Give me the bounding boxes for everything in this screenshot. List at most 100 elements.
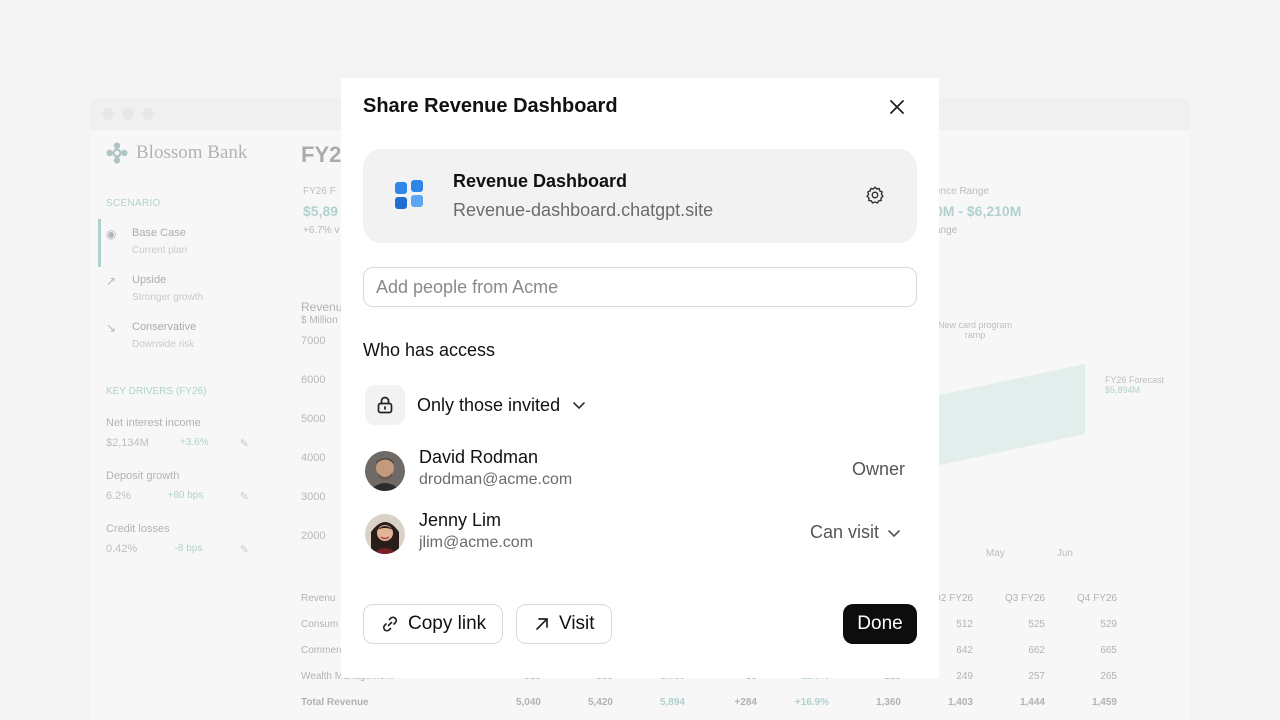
- driver-name: Net interest income: [106, 417, 201, 429]
- table-cell: 662: [1028, 644, 1045, 656]
- scenario-subtitle: Stronger growth: [132, 292, 204, 303]
- window-close-dot: [102, 108, 114, 120]
- driver-name: Deposit growth: [106, 470, 180, 482]
- x-tick: May: [985, 548, 1005, 559]
- y-tick: 4000: [301, 452, 326, 464]
- person-email: drodman@acme.com: [419, 471, 573, 488]
- table-cell: 525: [1028, 618, 1045, 630]
- table-cell: 529: [1100, 618, 1117, 630]
- lock-icon-box: [365, 385, 405, 425]
- copy-link-label: Copy link: [408, 613, 487, 634]
- arrow-up-right-icon: ↗: [106, 274, 117, 288]
- pencil-icon[interactable]: ✎: [240, 437, 249, 450]
- window-zoom-dot: [142, 108, 154, 120]
- kpi-sub: +6.7% v: [303, 225, 340, 236]
- share-dialog: Share Revenue Dashboard Revenue Dashboar…: [341, 78, 939, 678]
- chart-annotation: New card program ramp: [937, 320, 1013, 340]
- role-dropdown[interactable]: Can visit: [810, 522, 901, 543]
- done-button[interactable]: Done: [843, 604, 917, 644]
- driver-credit-losses: Credit losses 0.42% -8 bps ✎: [106, 523, 249, 556]
- avatar: [365, 514, 405, 554]
- table-row-total: Total Revenue 5,040 5,420 5,894 +284 +16…: [301, 689, 1161, 715]
- close-button[interactable]: [886, 96, 908, 118]
- scenario-upside[interactable]: ↗ Upside Stronger growth: [106, 274, 249, 303]
- table-cell: 1,444: [1019, 696, 1045, 708]
- driver-name: Credit losses: [106, 523, 170, 535]
- kpi-label: ence Range: [935, 186, 989, 197]
- y-tick: 3000: [301, 491, 326, 503]
- scenario-title: Upside: [132, 274, 167, 286]
- chart-title: Revenu: [301, 300, 343, 314]
- visit-button[interactable]: Visit: [516, 604, 612, 644]
- column-header: Q4 FY26: [1076, 592, 1117, 604]
- access-mode-label: Only those invited: [417, 394, 561, 415]
- add-people-input[interactable]: [363, 267, 917, 307]
- table-cell: 5,894: [659, 696, 685, 708]
- dashboard-card: Revenue Dashboard Revenue-dashboard.chat…: [363, 149, 917, 243]
- scenario-title: Base Case: [132, 227, 186, 239]
- x-axis-months: pr May Jun: [925, 548, 1073, 559]
- scenario-label: SCENARIO: [106, 198, 161, 209]
- table-cell: +284: [734, 696, 757, 708]
- kpi-value: $5,89: [303, 203, 339, 219]
- chevron-down-icon: [888, 529, 900, 537]
- avatar: [365, 451, 405, 491]
- copy-link-button[interactable]: Copy link: [363, 604, 504, 644]
- forecast-chart: New card program ramp FY26 Forecast $5,8…: [935, 320, 1175, 480]
- scenario-base-case[interactable]: ◉ Base Case Current plan: [98, 219, 249, 267]
- table-cell: 265: [1100, 670, 1117, 682]
- lock-icon: [377, 396, 393, 414]
- key-drivers-label: KEY DRIVERS (FY26): [106, 386, 207, 397]
- table-cell: 1,360: [875, 696, 901, 708]
- x-tick: Jun: [1056, 548, 1073, 559]
- column-header: Q3 FY26: [1004, 592, 1045, 604]
- access-mode-dropdown[interactable]: Only those invited: [365, 385, 586, 425]
- chart-units: $ Million: [301, 315, 338, 326]
- kpi-confidence-range: ence Range 0M - $6,210M ange: [935, 186, 1021, 236]
- kpi-sub: ange: [935, 225, 958, 236]
- table-cell: 5,040: [515, 696, 541, 708]
- table-cell: 1,403: [947, 696, 973, 708]
- sidebar: Blossom Bank SCENARIO ◉ Base Case Current…: [90, 130, 265, 720]
- table-cell: 665: [1100, 644, 1117, 656]
- link-icon: [382, 616, 398, 632]
- visit-label: Visit: [559, 613, 595, 634]
- who-has-access-heading: Who has access: [363, 340, 496, 360]
- arrow-up-right-icon: [536, 618, 548, 630]
- dashboard-heading: FY2: [301, 142, 342, 167]
- scenario-subtitle: Current plan: [132, 245, 188, 256]
- scenario-subtitle: Downside risk: [132, 339, 195, 350]
- driver-value: $2,134M: [106, 437, 149, 449]
- dialog-title: Share Revenue Dashboard: [363, 95, 618, 117]
- forecast-annotation: FY26 Forecast $5,894M: [1105, 375, 1164, 395]
- table-cell: 5,420: [587, 696, 613, 708]
- scenario-conservative[interactable]: ↘ Conservative Downside risk: [106, 321, 249, 350]
- pencil-icon[interactable]: ✎: [240, 490, 249, 503]
- window-minimize-dot: [122, 108, 134, 120]
- gear-icon: [866, 186, 884, 204]
- driver-value: 6.2%: [106, 490, 132, 502]
- person-row-invitee: Jenny Lim jlim@acme.com Can visit: [365, 510, 905, 558]
- row-label: Total Revenue: [301, 696, 369, 708]
- y-tick: 2000: [301, 530, 326, 542]
- person-role: Owner: [851, 459, 905, 479]
- confidence-band: [935, 364, 1085, 466]
- person-name: David Rodman: [419, 447, 539, 467]
- chevron-down-icon: [573, 402, 585, 409]
- kpi-forecast: FY26 F $5,89 +6.7% v: [303, 186, 339, 236]
- kpi-value: 0M - $6,210M: [935, 203, 1022, 219]
- close-icon: [890, 100, 904, 114]
- driver-value: 0.42%: [106, 543, 138, 555]
- person-email: jlim@acme.com: [419, 534, 534, 551]
- table-cell: 257: [1028, 670, 1045, 682]
- settings-button[interactable]: [863, 183, 887, 207]
- kpi-label: FY26 F: [303, 186, 336, 197]
- y-tick: 6000: [301, 374, 326, 386]
- brand-logo: Blossom Bank: [106, 142, 249, 164]
- pencil-icon[interactable]: ✎: [240, 543, 249, 556]
- driver-delta: +3.6%: [179, 437, 209, 448]
- flower-icon: [106, 142, 128, 164]
- person-row-owner: David Rodman drodman@acme.com Owner: [365, 447, 905, 495]
- y-tick: 5000: [301, 413, 326, 425]
- brand-name: Blossom Bank: [136, 142, 248, 163]
